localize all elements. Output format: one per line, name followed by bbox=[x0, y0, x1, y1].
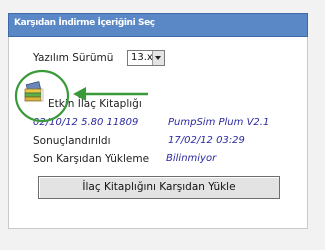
software-version-select[interactable]: 13.x bbox=[127, 50, 165, 66]
panel-header: Karşıdan İndirme İçeriğini Seç bbox=[8, 13, 308, 37]
software-version-label: Yazılım Sürümü bbox=[33, 52, 114, 64]
panel-header-title: Karşıdan İndirme İçeriğini Seç bbox=[14, 18, 155, 28]
software-version-value: 13.x bbox=[131, 52, 153, 63]
last-download-value: Bilinmiyor bbox=[166, 153, 217, 164]
book-stack-icon bbox=[24, 81, 44, 102]
download-button-label: İlaç Kitaplığını Karşıdan Yükle bbox=[82, 181, 236, 193]
library-details-right: PumpSim Plum V2.1 bbox=[168, 117, 270, 128]
finalized-value: 17/02/12 03:29 bbox=[168, 135, 245, 146]
active-drug-library-label: Etkin İlaç Kitaplığı bbox=[48, 98, 142, 110]
finalized-label: Sonuçlandırıldı bbox=[33, 135, 111, 147]
download-drug-library-button[interactable]: İlaç Kitaplığını Karşıdan Yükle bbox=[38, 176, 280, 199]
last-download-label: Son Karşıdan Yükleme bbox=[33, 153, 150, 165]
chevron-down-icon[interactable] bbox=[152, 51, 164, 65]
library-details-left: 02/10/12 5.80 11809 bbox=[33, 117, 139, 128]
